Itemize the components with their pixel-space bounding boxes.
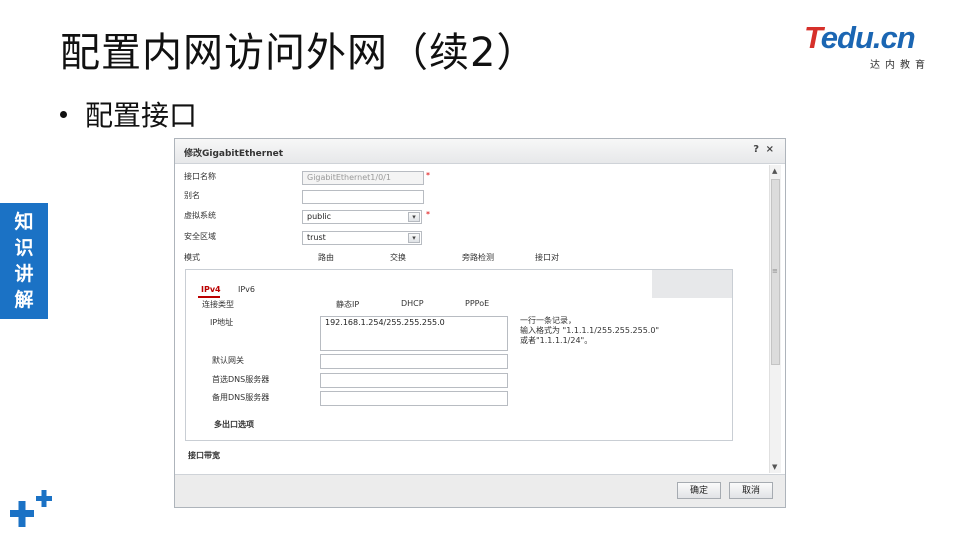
side-tag-char: 知 bbox=[14, 211, 34, 233]
scroll-up-icon[interactable]: ▲ bbox=[772, 167, 777, 175]
side-tag: 知 识 讲 解 bbox=[0, 203, 48, 319]
vsys-select[interactable]: public ▾ bbox=[302, 210, 422, 224]
tedu-logo: Tedu.cn 达内教育 bbox=[804, 20, 934, 72]
dialog-scrollbar[interactable]: ▲ ≡ ▼ bbox=[769, 165, 781, 473]
ip-address-textarea[interactable]: 192.168.1.254/255.255.255.0 bbox=[320, 316, 508, 351]
mode-option-iface-pair[interactable]: 接口对 bbox=[535, 252, 559, 263]
hint-line: 输入格式为 "1.1.1.1/255.255.255.0" bbox=[520, 326, 660, 335]
tab-ipv6[interactable]: IPv6 bbox=[238, 285, 255, 294]
bullet-item: 配置接口 bbox=[60, 94, 197, 134]
gateway-label: 默认网关 bbox=[212, 356, 244, 365]
panel-header-strip bbox=[652, 270, 732, 298]
hint-line: 或者"1.1.1.1/24"。 bbox=[520, 336, 593, 345]
iface-name-label: 接口名称 bbox=[184, 172, 216, 181]
tab-ipv4-underline bbox=[198, 296, 220, 298]
scroll-down-icon[interactable]: ▼ bbox=[772, 463, 777, 471]
vsys-value: public bbox=[307, 212, 332, 221]
grip-icon: ≡ bbox=[772, 267, 778, 275]
slide-title: 配置内网访问外网（续2） bbox=[60, 30, 538, 76]
ip-address-label: IP地址 bbox=[210, 318, 234, 327]
zone-value: trust bbox=[307, 233, 326, 242]
chevron-down-icon[interactable]: ▾ bbox=[408, 212, 420, 222]
close-icon[interactable]: × bbox=[766, 144, 774, 155]
hint-line: 一行一条记录， bbox=[520, 316, 576, 325]
dns2-field[interactable] bbox=[320, 391, 508, 406]
bandwidth-section-label: 接口带宽 bbox=[188, 451, 220, 460]
mode-option-switch[interactable]: 交换 bbox=[390, 252, 406, 263]
conn-type-dhcp[interactable]: DHCP bbox=[401, 299, 424, 308]
logo-brand-blue: edu.cn bbox=[820, 20, 916, 55]
zone-select[interactable]: trust ▾ bbox=[302, 231, 422, 245]
zone-label: 安全区域 bbox=[184, 232, 216, 241]
required-mark: * bbox=[426, 171, 430, 180]
ip-config-panel: IPv4 IPv6 连接类型 静态IP DHCP PPPoE IP地址 192.… bbox=[185, 269, 733, 441]
bullet-dot-icon bbox=[60, 110, 67, 118]
chevron-down-icon[interactable]: ▾ bbox=[408, 233, 420, 243]
multi-exit-options[interactable]: 多出口选项 bbox=[214, 419, 254, 430]
iface-name-field: GigabitEthernet1/0/1 bbox=[302, 171, 424, 185]
side-tag-char: 讲 bbox=[14, 263, 34, 285]
ok-button[interactable]: 确定 bbox=[677, 482, 721, 499]
side-tag-char: 识 bbox=[14, 237, 34, 259]
mode-option-bypass[interactable]: 旁路检测 bbox=[462, 252, 494, 263]
conn-type-static[interactable]: 静态IP bbox=[336, 299, 359, 310]
dialog-titlebar: 修改GigabitEthernet ? × bbox=[175, 139, 785, 164]
plus-decoration-icon bbox=[10, 490, 52, 527]
dns2-label: 备用DNS服务器 bbox=[212, 393, 270, 402]
ip-format-hint: 一行一条记录， 输入格式为 "1.1.1.1/255.255.255.0" 或者… bbox=[520, 316, 659, 346]
conn-type-label: 连接类型 bbox=[202, 300, 234, 309]
mode-option-route[interactable]: 路由 bbox=[318, 252, 334, 263]
gateway-field[interactable] bbox=[320, 354, 508, 369]
alias-label: 别名 bbox=[184, 191, 200, 200]
bullet-text: 配置接口 bbox=[85, 99, 198, 132]
help-icon[interactable]: ? bbox=[753, 144, 759, 155]
required-mark: * bbox=[426, 210, 430, 219]
tab-ipv4[interactable]: IPv4 bbox=[201, 285, 221, 294]
dns1-field[interactable] bbox=[320, 373, 508, 388]
mode-label: 模式 bbox=[184, 253, 200, 262]
dialog-footer: 确定 取消 bbox=[175, 474, 785, 507]
side-tag-char: 解 bbox=[14, 289, 34, 311]
logo-subtitle: 达内教育 bbox=[870, 60, 930, 71]
edit-interface-dialog: 修改GigabitEthernet ? × 接口名称 GigabitEthern… bbox=[174, 138, 786, 508]
vsys-label: 虚拟系统 bbox=[184, 211, 216, 220]
cancel-button[interactable]: 取消 bbox=[729, 482, 773, 499]
logo-brand-red: T bbox=[804, 20, 822, 55]
dialog-title: 修改GigabitEthernet bbox=[184, 149, 284, 159]
dns1-label: 首选DNS服务器 bbox=[212, 375, 270, 384]
conn-type-pppoe[interactable]: PPPoE bbox=[465, 299, 489, 308]
alias-field[interactable] bbox=[302, 190, 424, 204]
